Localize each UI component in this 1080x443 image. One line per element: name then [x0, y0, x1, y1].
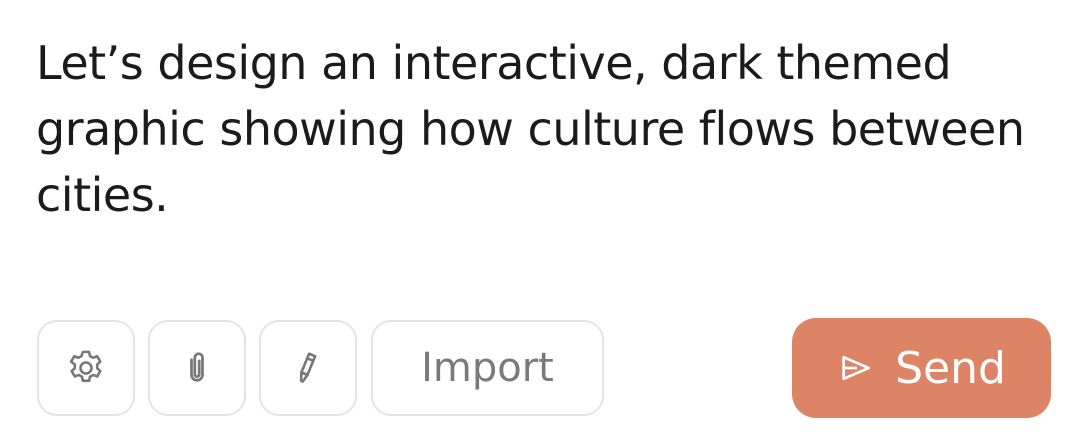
send-button[interactable]: Send [792, 318, 1051, 418]
paperclip-icon [175, 346, 219, 390]
composer-toolbar: Import Send [0, 0, 1080, 443]
pencil-icon [286, 346, 330, 390]
send-label: Send [895, 342, 1006, 394]
attach-button[interactable] [148, 320, 246, 416]
gear-icon [64, 346, 108, 390]
import-label: Import [421, 345, 554, 391]
import-button[interactable]: Import [371, 320, 604, 416]
settings-button[interactable] [37, 320, 135, 416]
edit-button[interactable] [259, 320, 357, 416]
send-icon [837, 348, 877, 388]
